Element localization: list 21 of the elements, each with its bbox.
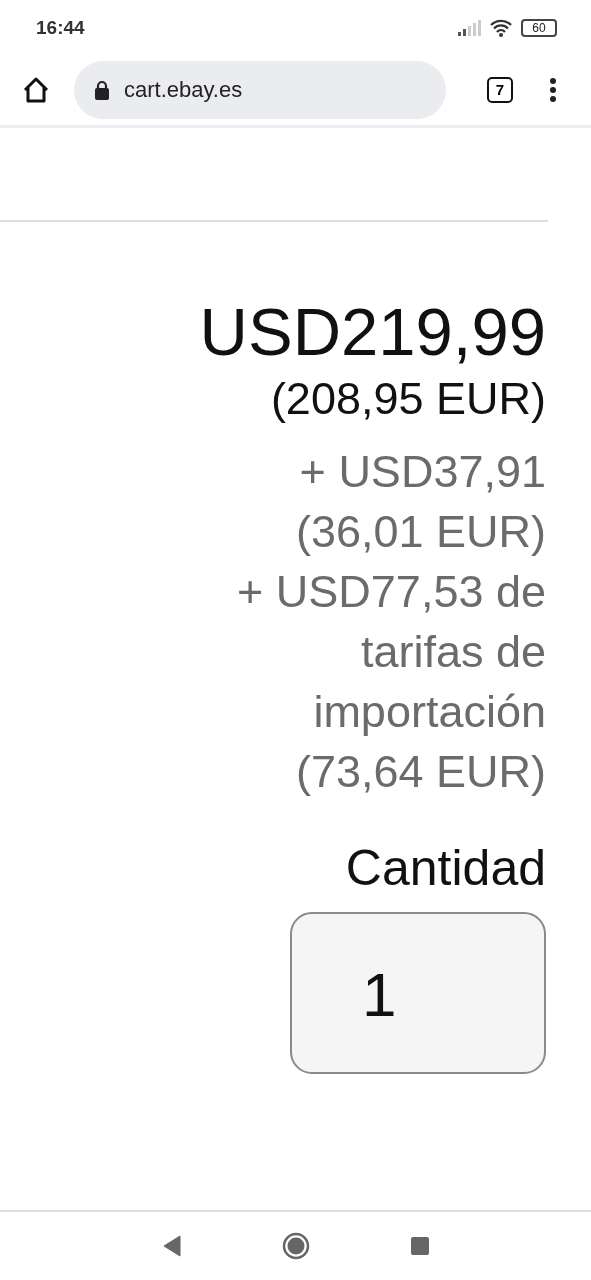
home-button-icon[interactable]	[281, 1232, 310, 1260]
quantity-label: Cantidad	[345, 839, 546, 898]
quantity-field[interactable]: 1	[290, 912, 546, 1074]
status-time: 16:44	[36, 16, 85, 39]
shipping-cost: + USD37,91	[299, 445, 546, 499]
url-text: cart.ebay.es	[124, 77, 243, 103]
signal-icon	[457, 19, 481, 36]
battery-icon: 60	[521, 18, 557, 37]
tab-count-button[interactable]: 7	[487, 77, 513, 103]
wifi-icon	[489, 18, 513, 37]
converted-import-fees: (73,64 EUR)	[295, 745, 546, 799]
converted-shipping-cost: (36,01 EUR)	[295, 505, 546, 559]
lock-icon	[94, 80, 110, 100]
item-price: USD219,99	[199, 293, 546, 371]
converted-price: (208,95 EUR)	[270, 372, 546, 426]
menu-icon[interactable]	[549, 77, 557, 103]
home-icon[interactable]	[22, 77, 50, 103]
back-icon[interactable]	[161, 1235, 182, 1257]
address-bar[interactable]: cart.ebay.es	[74, 61, 446, 119]
recents-icon[interactable]	[409, 1236, 430, 1256]
import-fees: + USD77,53 de tarifas de importación	[236, 565, 546, 739]
